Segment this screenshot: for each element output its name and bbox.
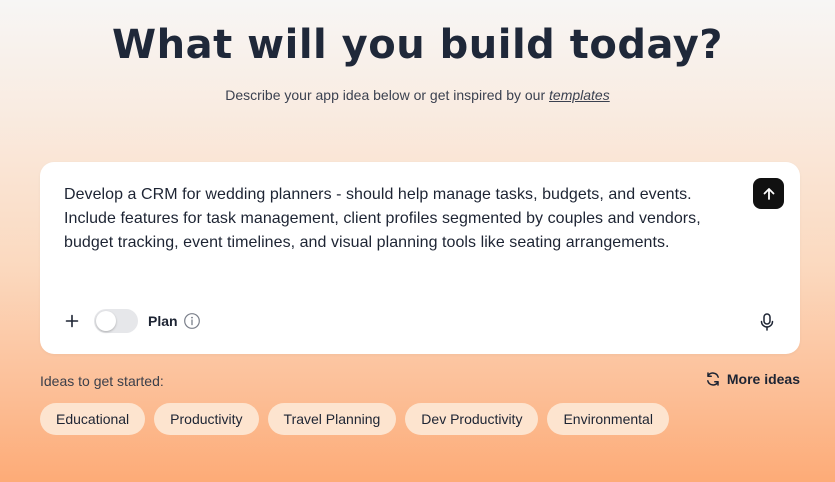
page-subtitle: Describe your app idea below or get insp… [0,87,835,103]
idea-chips: Educational Productivity Travel Planning… [40,403,669,435]
refresh-icon [706,372,719,386]
add-button[interactable] [62,311,82,331]
more-ideas-button[interactable]: More ideas [705,371,800,387]
chip-dev-productivity[interactable]: Dev Productivity [405,403,539,435]
microphone-button[interactable] [756,311,778,333]
send-button[interactable] [753,178,784,209]
chip-travel-planning[interactable]: Travel Planning [267,403,397,435]
info-icon[interactable] [183,312,201,330]
plan-toggle[interactable] [94,309,138,333]
subtitle-text: Describe your app idea below or get insp… [225,87,550,103]
chip-environmental[interactable]: Environmental [547,403,669,435]
toggle-knob [96,311,116,331]
plus-icon [65,314,79,328]
page-title: What will you build today? [112,22,723,68]
prompt-card: Develop a CRM for wedding planners - sho… [40,162,800,354]
arrow-up-icon [763,187,774,200]
chip-productivity[interactable]: Productivity [154,403,259,435]
templates-link[interactable]: templates [549,87,610,103]
chip-educational[interactable]: Educational [40,403,146,435]
ideas-label: Ideas to get started: [40,373,164,389]
plan-label: Plan [148,313,178,329]
microphone-icon [760,313,774,331]
prompt-textarea[interactable]: Develop a CRM for wedding planners - sho… [64,183,744,255]
more-ideas-label: More ideas [726,371,800,387]
